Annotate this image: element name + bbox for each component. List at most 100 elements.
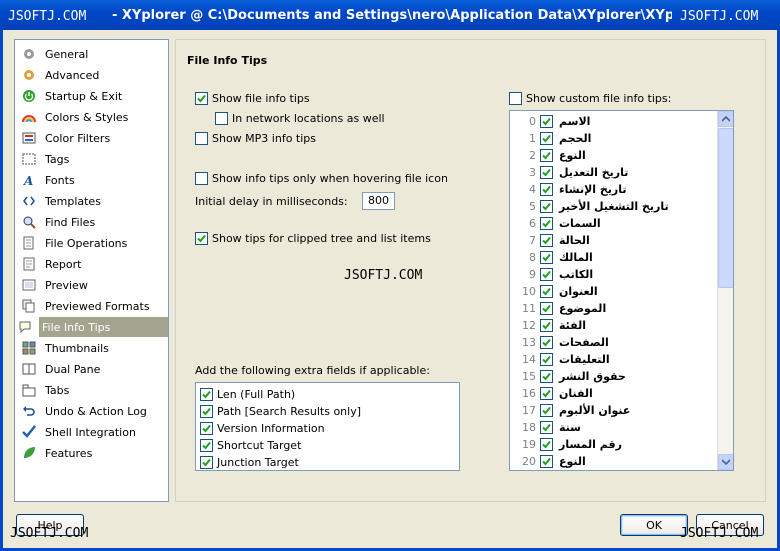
table-row[interactable]: 4 تاريخ الإنشاء <box>510 181 718 198</box>
table-row[interactable]: 14 التعليقات <box>510 351 718 368</box>
nav-item-label: Tags <box>45 152 70 166</box>
row-number: 8 <box>529 251 536 264</box>
checkbox-box[interactable] <box>540 455 553 468</box>
checkbox-box[interactable] <box>540 217 553 230</box>
checkbox-box[interactable] <box>195 172 208 185</box>
checkbox-box[interactable] <box>200 456 213 469</box>
table-row[interactable]: 18 سنة <box>510 419 718 436</box>
nav-item[interactable]: General <box>17 44 168 64</box>
clipped-items-checkbox[interactable]: Show tips for clipped tree and list item… <box>195 232 431 245</box>
table-row[interactable]: 8 المالك <box>510 249 718 266</box>
nav-item[interactable]: Templates <box>17 191 168 211</box>
nav-item[interactable]: Dual Pane <box>17 359 168 379</box>
delay-input[interactable]: 800 <box>362 192 395 210</box>
list-item[interactable]: Len (Full Path) <box>200 386 295 403</box>
nav-item[interactable]: Advanced <box>17 65 168 85</box>
checkbox-box[interactable] <box>540 132 553 145</box>
checkbox-box[interactable] <box>540 200 553 213</box>
checkbox-box[interactable] <box>195 232 208 245</box>
checkbox-box[interactable] <box>200 388 213 401</box>
show-file-info-tips-checkbox[interactable]: Show file info tips <box>195 92 310 105</box>
checkbox-box[interactable] <box>200 422 213 435</box>
title-bar[interactable]: - XYplorer @ C:\Documents and Settings\n… <box>0 0 780 30</box>
list-item[interactable]: Path [Search Results only] <box>200 403 361 420</box>
nav-item[interactable]: Preview <box>17 275 168 295</box>
checkbox-box[interactable] <box>540 336 553 349</box>
table-row[interactable]: 16 الفنان <box>510 385 718 402</box>
nav-item[interactable]: Features <box>17 443 168 463</box>
list-item[interactable]: Shortcut Target <box>200 437 301 454</box>
checkbox-box[interactable] <box>540 302 553 315</box>
nav-item[interactable]: Previewed Formats <box>17 296 168 316</box>
table-row[interactable]: 11 الموضوع <box>510 300 718 317</box>
nav-item[interactable]: Undo & Action Log <box>17 401 168 421</box>
checkbox-box[interactable] <box>540 285 553 298</box>
show-mp3-checkbox[interactable]: Show MP3 info tips <box>195 132 316 145</box>
hover-only-checkbox[interactable]: Show info tips only when hovering file i… <box>195 172 448 185</box>
list-item[interactable]: Junction Target <box>200 454 299 471</box>
custom-fields-list[interactable]: 0 الاسم 1 الحجم 2 النوع 3 تاريخ التعديل 4 تاريخ ا… <box>509 110 734 471</box>
checkbox-box[interactable] <box>215 112 228 125</box>
network-locations-checkbox[interactable]: In network locations as well <box>215 112 385 125</box>
nav-item[interactable]: Tags <box>17 149 168 169</box>
formats-icon <box>21 298 37 314</box>
table-row[interactable]: 1 الحجم <box>510 130 718 147</box>
checkbox-box[interactable] <box>195 92 208 105</box>
nav-item[interactable]: Tabs <box>17 380 168 400</box>
checkbox-box[interactable] <box>540 421 553 434</box>
table-row[interactable]: 2 النوع <box>510 147 718 164</box>
checkbox-box[interactable] <box>540 251 553 264</box>
nav-item[interactable]: Thumbnails <box>17 338 168 358</box>
checkbox-box[interactable] <box>540 319 553 332</box>
checkbox-box[interactable] <box>540 404 553 417</box>
nav-item[interactable]: Report <box>17 254 168 274</box>
checkbox-box[interactable] <box>540 234 553 247</box>
scroll-up-button[interactable] <box>718 111 733 127</box>
scroll-down-button[interactable] <box>718 454 733 470</box>
table-row[interactable]: 19 رقم المسار <box>510 436 718 453</box>
table-row[interactable]: 5 تاريخ التشغيل الأخير <box>510 198 718 215</box>
table-row[interactable]: 3 تاريخ التعديل <box>510 164 718 181</box>
table-row[interactable]: 13 الصفحات <box>510 334 718 351</box>
vertical-scrollbar[interactable] <box>717 111 733 470</box>
field-label: تاريخ التشغيل الأخير <box>559 200 669 213</box>
ok-button[interactable]: OK <box>620 514 688 536</box>
checkbox-box[interactable] <box>200 405 213 418</box>
list-item-label: Len (Full Path) <box>217 388 296 401</box>
table-row[interactable]: 10 العنوان <box>510 283 718 300</box>
nav-item[interactable]: A Fonts <box>17 170 168 190</box>
table-row[interactable]: 7 الحالة <box>510 232 718 249</box>
checkbox-box[interactable] <box>540 370 553 383</box>
nav-item[interactable]: Colors & Styles <box>17 107 168 127</box>
gear-advanced-icon <box>21 67 37 83</box>
custom-tips-checkbox[interactable]: Show custom file info tips: <box>509 92 671 105</box>
checkbox-box[interactable] <box>540 183 553 196</box>
table-row[interactable]: 0 الاسم <box>510 113 718 130</box>
list-item[interactable]: Version Information <box>200 420 325 437</box>
nav-item[interactable]: Color Filters <box>17 128 168 148</box>
table-row[interactable]: 17 عنوان الألبوم <box>510 402 718 419</box>
checkbox-box[interactable] <box>540 166 553 179</box>
checkbox-box[interactable] <box>540 387 553 400</box>
table-row[interactable]: 20 النوع <box>510 453 718 470</box>
table-row[interactable]: 12 الفئة <box>510 317 718 334</box>
scroll-thumb[interactable] <box>718 128 733 288</box>
checkbox-box[interactable] <box>540 353 553 366</box>
nav-item[interactable]: Find Files <box>17 212 168 232</box>
nav-item[interactable]: Shell Integration <box>17 422 168 442</box>
nav-item[interactable]: Startup & Exit <box>17 86 168 106</box>
nav-item[interactable]: File Operations <box>17 233 168 253</box>
checkbox-box[interactable] <box>509 92 522 105</box>
checkbox-box[interactable] <box>540 438 553 451</box>
checkbox-box[interactable] <box>540 115 553 128</box>
table-row[interactable]: 9 الكاتب <box>510 266 718 283</box>
checkbox-box[interactable] <box>540 149 553 162</box>
category-list[interactable]: General Advanced Startup & Exit Colors & St… <box>14 39 169 502</box>
table-row[interactable]: 6 السمات <box>510 215 718 232</box>
checkbox-box[interactable] <box>200 439 213 452</box>
nav-item[interactable]: File Info Tips <box>19 317 168 337</box>
table-row[interactable]: 15 حقوق النشر <box>510 368 718 385</box>
extra-fields-list[interactable]: Len (Full Path) Path [Search Results only… <box>195 382 460 471</box>
checkbox-box[interactable] <box>540 268 553 281</box>
checkbox-box[interactable] <box>195 132 208 145</box>
